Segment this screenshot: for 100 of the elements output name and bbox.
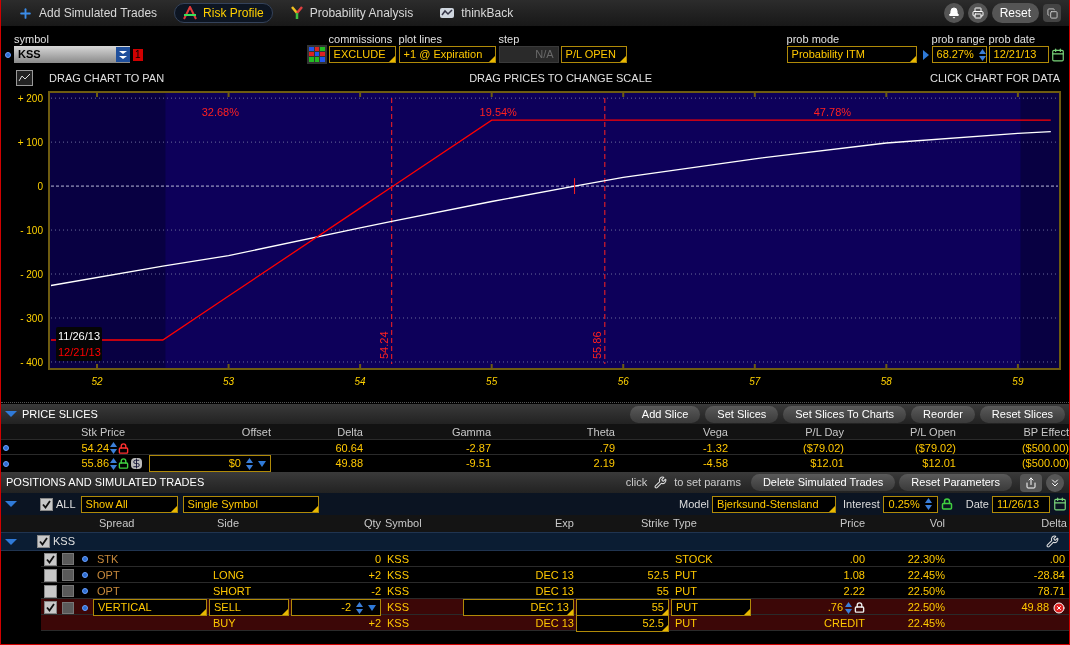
panel-button[interactable]: Add Slice <box>629 405 701 423</box>
checkbox-label: ALL <box>56 496 76 512</box>
table-cell: 52.5 <box>647 569 669 581</box>
play-arrow-icon[interactable] <box>922 50 929 60</box>
chart-icon[interactable] <box>16 70 33 86</box>
detach-button[interactable] <box>1043 4 1061 22</box>
checkbox[interactable] <box>43 601 57 614</box>
calendar-icon[interactable] <box>1053 497 1067 511</box>
field-label: prob date <box>988 32 1037 46</box>
table-cell[interactable]: 54.24 <box>11 440 109 457</box>
spinner-icon[interactable] <box>923 497 933 511</box>
price-slice-line[interactable] <box>391 97 393 365</box>
row-toggle[interactable] <box>62 601 74 614</box>
checkbox[interactable] <box>43 552 57 566</box>
dollar-icon[interactable] <box>131 458 142 469</box>
hint-text: to set params <box>674 475 741 491</box>
cell-field[interactable]: SELL <box>209 599 289 616</box>
cell-field[interactable]: DEC 13 <box>463 599 574 616</box>
table-cell[interactable]: 55.86 <box>11 455 109 472</box>
spinner-icon[interactable] <box>109 441 118 456</box>
checkbox[interactable] <box>40 497 53 511</box>
spinner-icon[interactable] <box>977 47 987 62</box>
breakeven-tick <box>574 177 576 195</box>
dropdown-field[interactable]: 11/26/13 <box>992 495 1050 513</box>
panel-button[interactable]: Reorder <box>911 405 975 423</box>
dropdown-field[interactable]: Bjerksund-Stensland <box>712 495 837 513</box>
row-toggle[interactable] <box>62 585 74 598</box>
x-tick-label: 52 <box>91 376 103 387</box>
dropdown-corner-icon <box>567 609 573 615</box>
probability-label: 19.54% <box>479 106 517 118</box>
cell-field[interactable]: PUT <box>671 599 751 616</box>
dropdown-field[interactable]: Probability ITM <box>786 46 917 63</box>
table-cell: 55 <box>656 585 669 597</box>
dropdown-field[interactable]: Single Symbol <box>182 495 319 513</box>
table-cell: DEC 13 <box>535 585 574 597</box>
wrench-icon[interactable] <box>1046 535 1059 548</box>
highlighted-row[interactable]: BUY +2 KSS DEC 13 52.5 PUT CREDIT 22.45% <box>41 615 1069 631</box>
table-cell: STOCK <box>675 553 713 565</box>
highlighted-row[interactable]: VERTICAL SELL -2 KSS DEC 13 55 PUT .76 22.50% 49.88 <box>41 599 1069 615</box>
checkbox[interactable] <box>43 584 57 598</box>
field-label: commissions <box>328 32 394 46</box>
row-toggle[interactable] <box>62 553 74 566</box>
table-cell: -2 <box>371 585 381 597</box>
lock-icon[interactable] <box>854 602 865 613</box>
toolbar-tab[interactable]: thinkBack <box>430 3 523 23</box>
spinner-icon[interactable] <box>245 456 254 471</box>
dropdown-field[interactable]: +1 @ Expiration <box>398 46 496 63</box>
dropdown-field[interactable]: EXCLUDE <box>328 46 396 63</box>
toolbar-tab[interactable]: Probability Analysis <box>280 3 423 23</box>
toolbar-tab[interactable]: Risk Profile <box>174 3 273 23</box>
spinner-icon[interactable] <box>355 600 364 615</box>
table-cell-text: 60.64 <box>334 441 363 456</box>
table-cell-text: .00 <box>849 552 865 567</box>
cell-field[interactable]: VERTICAL <box>93 599 207 616</box>
dropdown-arrows-icon[interactable] <box>119 49 127 60</box>
cell-field[interactable]: -2 <box>291 599 381 616</box>
panel-button[interactable]: Set Slices <box>705 405 779 423</box>
close-icon[interactable] <box>1053 601 1065 614</box>
lock-icon[interactable] <box>118 458 129 469</box>
checkbox[interactable] <box>37 535 50 548</box>
row-toggle[interactable] <box>62 569 74 582</box>
dropdown-field[interactable]: 0.25% <box>882 495 938 513</box>
spinner-icon[interactable] <box>109 456 118 471</box>
offset-field[interactable]: $0 <box>149 455 271 472</box>
dropdown-field[interactable]: P/L OPEN <box>560 46 627 63</box>
print-button[interactable] <box>967 3 988 23</box>
dropdown-caret-icon[interactable] <box>368 604 376 611</box>
checkbox[interactable] <box>43 568 57 582</box>
collapse-caret-icon[interactable] <box>5 537 17 546</box>
table-cell-text: CREDIT <box>824 616 865 632</box>
reset-button[interactable]: Reset <box>991 3 1039 23</box>
collapse-caret-icon[interactable] <box>5 410 17 418</box>
calendar-icon[interactable] <box>1050 48 1065 62</box>
notifications-button[interactable] <box>943 3 964 23</box>
table-cell-text: -4.58 <box>701 456 728 472</box>
export-button[interactable] <box>1020 473 1042 492</box>
dropdown-caret-icon[interactable] <box>258 460 266 467</box>
panel-button[interactable]: Delete Simulated Trades <box>750 474 896 491</box>
lock-icon[interactable] <box>940 498 953 510</box>
table-cell: 22.45% <box>907 569 945 581</box>
dropdown-field[interactable]: 12/21/13 <box>988 46 1049 63</box>
collapse-caret-icon[interactable] <box>5 500 17 508</box>
printer-icon <box>971 7 984 19</box>
field-label: Interest <box>843 496 880 512</box>
price-slice-line[interactable] <box>604 97 606 365</box>
symbol-field[interactable]: KSS <box>14 46 130 63</box>
column-header: Delta <box>1040 516 1068 532</box>
column-header: Qty <box>362 516 382 532</box>
cell-field[interactable]: 52.5 <box>576 615 669 632</box>
collapse-button[interactable] <box>1046 473 1064 492</box>
toolbar-tab[interactable]: Add Simulated Trades <box>9 3 167 23</box>
dropdown-field[interactable]: 68.27% <box>931 46 987 63</box>
panel-button[interactable]: Set Slices To Charts <box>783 405 907 423</box>
dropdown-field[interactable]: Show All <box>80 495 178 513</box>
table-cell: OPT <box>97 585 120 597</box>
color-grid-icon[interactable] <box>306 45 327 64</box>
spinner-icon[interactable] <box>844 600 853 615</box>
y-tick-label: - 400 <box>20 356 43 368</box>
panel-button[interactable]: Reset Slices <box>979 405 1065 423</box>
panel-button[interactable]: Reset Parameters <box>899 474 1012 491</box>
